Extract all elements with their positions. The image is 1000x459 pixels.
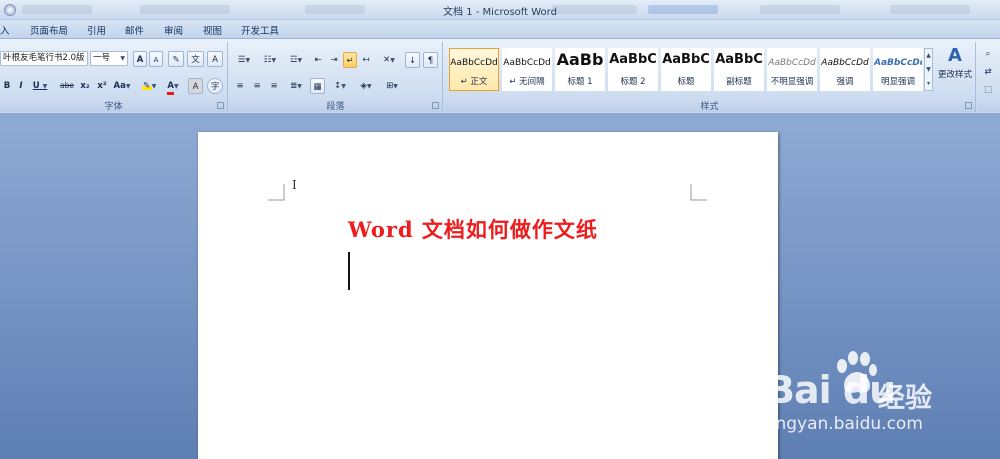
paragraph-group-label: 段落 [229, 99, 442, 112]
style-card-subtle-emphasis[interactable]: AaBbCcDd 不明显强调 [767, 48, 817, 91]
tab-view[interactable]: 视图 [203, 23, 222, 37]
strikethrough-button[interactable]: abe [58, 78, 76, 94]
numbering-button[interactable]: ☷▼ [259, 52, 281, 68]
paragraph-group: ☰▼ ☷▼ ☲▼ ⇤ ⇥ ↵ ↤ ✕▼ ↓ ¶ ≡ ≡ ≡ ≣▼ ▦ ↕▼ ◈▼… [229, 42, 443, 112]
window-title: 文档 1 - Microsoft Word [443, 7, 557, 18]
styles-group-label: 样式 [444, 99, 975, 112]
tab-references[interactable]: 引用 [87, 23, 106, 37]
bullet-list-icon: ☰ [237, 55, 246, 65]
rtl-text-icon[interactable]: ↤ [359, 52, 373, 68]
shading-button[interactable]: ◈▼ [355, 78, 377, 94]
char-shading-button[interactable]: A [188, 78, 203, 94]
style-card-title[interactable]: AaBbC 标题 [661, 48, 711, 91]
grow-font-button[interactable]: A [133, 51, 147, 67]
highlight-button[interactable]: ✎▼ [138, 78, 160, 94]
superscript-button[interactable]: x² [95, 78, 109, 94]
increase-indent-icon[interactable]: ⇥ [327, 52, 341, 68]
find-icon[interactable]: ⌕ [981, 46, 995, 62]
document-page[interactable]: Word 文档如何做作文纸 [198, 132, 778, 459]
align-left-icon[interactable]: ≡ [233, 78, 247, 94]
char-border-button[interactable]: A [207, 51, 223, 67]
change-case-button[interactable]: Aa▼ [112, 78, 132, 94]
font-group: 叶根友毛笔行书2.0版 一号 ▼ A A ✎ 文 A B I U ▼ abe x… [0, 42, 228, 112]
highlight-icon: ✎ [141, 78, 152, 91]
ghost-tab [552, 5, 637, 14]
font-dialog-launcher-icon[interactable] [217, 102, 224, 109]
text-cursor [348, 252, 350, 290]
tab-page-layout[interactable]: 页面布局 [30, 23, 68, 37]
align-right-icon[interactable]: ≡ [267, 78, 281, 94]
baidu-jingyan-watermark: Bai du 经验 jingyan.baidu.com [766, 350, 998, 456]
show-marks-icon[interactable]: ¶ [423, 52, 438, 68]
bullets-button[interactable]: ☰▼ [233, 52, 255, 68]
bold-button[interactable]: B [2, 78, 12, 94]
multilevel-list-icon: ☲ [289, 55, 298, 65]
style-card-heading-2[interactable]: AaBbC 标题 2 [608, 48, 658, 91]
tab-insert[interactable]: 入 [0, 23, 10, 37]
ghost-tab [648, 5, 718, 14]
distributed-icon[interactable]: ▦ [310, 78, 325, 94]
change-styles-button[interactable]: A 更改样式 [935, 44, 975, 94]
tab-developer[interactable]: 开发工具 [241, 23, 279, 37]
clear-format-icon[interactable]: ✎ [168, 51, 184, 67]
subscript-button[interactable]: x₂ [78, 78, 92, 94]
change-styles-icon: A [948, 45, 962, 66]
enclose-char-button[interactable]: 字 [207, 78, 223, 94]
ibeam-cursor-icon: I [292, 178, 297, 192]
font-color-button[interactable]: A▼ [162, 78, 184, 95]
font-name-select[interactable]: 叶根友毛笔行书2.0版 [0, 51, 88, 66]
watermark-logo: Bai du [766, 368, 896, 412]
justify-button[interactable]: ≣▼ [285, 78, 307, 94]
borders-button[interactable]: ⊞▼ [381, 78, 403, 94]
style-card-intense-emphasis[interactable]: AaBbCcDd 明显强调 [873, 48, 923, 91]
style-card-normal[interactable]: AaBbCcDd ↵ 正文 [449, 48, 499, 91]
font-group-label: 字体 [0, 99, 227, 112]
tab-review[interactable]: 审阅 [164, 23, 183, 37]
phonetic-guide-icon[interactable]: 文 [187, 51, 204, 67]
document-title-text[interactable]: Word 文档如何做作文纸 [348, 214, 598, 244]
italic-button[interactable]: I [16, 78, 26, 94]
gallery-scroll[interactable]: ▲ ▼ ▾ [924, 48, 933, 91]
numbered-list-icon: ☷ [263, 55, 272, 65]
ltr-text-icon[interactable]: ↵ [343, 52, 357, 68]
decrease-indent-icon[interactable]: ⇤ [311, 52, 325, 68]
ribbon: 叶根友毛笔行书2.0版 一号 ▼ A A ✎ 文 A B I U ▼ abe x… [0, 39, 1000, 114]
style-card-emphasis[interactable]: AaBbCcDd 强调 [820, 48, 870, 91]
paragraph-dialog-launcher-icon[interactable] [432, 102, 439, 109]
editing-group-label [977, 99, 1000, 112]
font-size-value: 一号 [93, 53, 111, 63]
line-spacing-button[interactable]: ↕▼ [329, 78, 351, 94]
chinese-layout-button[interactable]: ✕▼ [377, 52, 401, 68]
ribbon-tabs: 入 页面布局 引用 邮件 审阅 视图 开发工具 [0, 20, 1000, 39]
watermark-jingyan: 经验 [878, 383, 932, 414]
watermark-url: jingyan.baidu.com [766, 414, 923, 434]
font-size-select[interactable]: 一号 ▼ [90, 51, 128, 66]
ghost-tab [890, 5, 970, 14]
title-bar: 文档 1 - Microsoft Word [0, 0, 1000, 20]
styles-dialog-launcher-icon[interactable] [965, 102, 972, 109]
style-card-heading-1[interactable]: AaBb 标题 1 [555, 48, 605, 91]
underline-button[interactable]: U ▼ [31, 78, 49, 94]
select-icon[interactable]: ⬚ [981, 82, 995, 98]
chevron-down-icon: ▼ [120, 55, 125, 62]
ghost-tab [760, 5, 840, 14]
style-card-subtitle[interactable]: AaBbC 副标题 [714, 48, 764, 91]
multilevel-list-button[interactable]: ☲▼ [285, 52, 307, 68]
editing-group: ⌕ ⇄ ⬚ [977, 42, 1000, 112]
style-card-no-spacing[interactable]: AaBbCcDd ↵ 无间隔 [502, 48, 552, 91]
align-center-icon[interactable]: ≡ [250, 78, 264, 94]
margin-corner-top-right [690, 184, 707, 201]
font-name-value: 叶根友毛笔行书2.0版 [3, 53, 85, 63]
replace-icon[interactable]: ⇄ [981, 64, 995, 80]
sort-icon[interactable]: ↓ [405, 52, 420, 68]
tab-mailings[interactable]: 邮件 [125, 23, 144, 37]
shrink-font-button[interactable]: A [149, 51, 163, 67]
styles-group: AaBbCcDd ↵ 正文 AaBbCcDd ↵ 无间隔 AaBb 标题 1 A… [444, 42, 976, 112]
margin-corner-top-left [268, 184, 285, 201]
change-styles-label: 更改样式 [937, 70, 972, 80]
